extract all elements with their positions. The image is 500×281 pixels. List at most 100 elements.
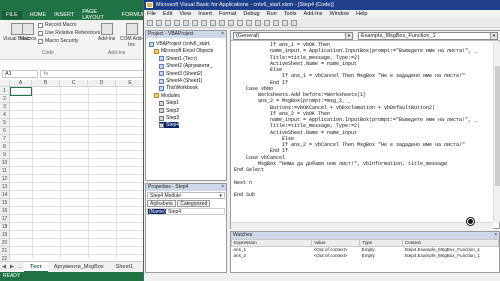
close-icon[interactable]: × bbox=[221, 31, 224, 38]
menu-tools[interactable]: Tools bbox=[284, 10, 297, 19]
add-ins-button[interactable]: Add-Ins bbox=[98, 23, 115, 42]
copy-icon[interactable] bbox=[183, 20, 189, 26]
name-box[interactable]: A1 bbox=[2, 70, 38, 78]
row-header[interactable]: 5 bbox=[0, 119, 10, 127]
row-header[interactable]: 11 bbox=[0, 167, 10, 175]
worksheet-grid[interactable]: A B C D E 1 2 3 4 5 6 7 8 9 10 11 12 13 14 15 16 17 18 19 2… bbox=[0, 80, 145, 263]
tab-categorized[interactable]: Categorized bbox=[177, 200, 211, 207]
object-browser-icon[interactable] bbox=[282, 20, 288, 26]
column-header[interactable]: C bbox=[60, 80, 88, 87]
menu-add-ins[interactable]: Add-Ins bbox=[304, 10, 323, 19]
row-header[interactable]: 10 bbox=[0, 159, 10, 167]
formula-bar[interactable]: fx bbox=[40, 70, 145, 78]
undo-icon[interactable] bbox=[210, 20, 216, 26]
properties-icon[interactable] bbox=[273, 20, 279, 26]
row-header[interactable]: 8 bbox=[0, 143, 10, 151]
row-header[interactable]: 20 bbox=[0, 239, 10, 247]
select-all-corner[interactable] bbox=[0, 80, 10, 87]
menu-help[interactable]: Help bbox=[356, 10, 367, 19]
tab-insert[interactable]: INSERT bbox=[54, 12, 74, 18]
watch-row[interactable]: ans_2 <Out of context> Empty Step4.Example_… bbox=[232, 253, 499, 259]
sheet-prev-icon[interactable]: ◀ bbox=[0, 264, 8, 270]
watches-header-value[interactable]: Value bbox=[311, 239, 361, 247]
tree-item[interactable]: Step4 bbox=[159, 122, 180, 129]
com-add-ins-button[interactable]: COM Add-Ins bbox=[118, 23, 145, 48]
row-header[interactable]: 13 bbox=[0, 183, 10, 191]
code-editor[interactable]: If ans_1 = vbOK Then name_input = Applic… bbox=[231, 42, 493, 229]
reset-icon[interactable] bbox=[246, 20, 252, 26]
row-header[interactable]: 14 bbox=[0, 191, 10, 199]
watches-header-type[interactable]: Type bbox=[359, 239, 403, 247]
column-header[interactable]: E bbox=[116, 80, 145, 87]
tree-item[interactable]: Sheet1 (Тест) bbox=[159, 56, 197, 62]
row-header[interactable]: 18 bbox=[0, 223, 10, 231]
row-header[interactable]: 1 bbox=[0, 87, 10, 95]
tab-home[interactable]: HOME bbox=[30, 12, 47, 18]
menu-run[interactable]: Run bbox=[267, 10, 277, 19]
cut-icon[interactable] bbox=[174, 20, 180, 26]
code-line[interactable]: name_input = Application.InputBox(prompt… bbox=[234, 48, 493, 54]
find-icon[interactable] bbox=[201, 20, 207, 26]
column-header[interactable]: D bbox=[88, 80, 116, 87]
property-value[interactable]: Step4 bbox=[166, 209, 181, 215]
close-icon[interactable]: × bbox=[221, 184, 224, 191]
scrollbar-thumb[interactable] bbox=[495, 66, 500, 186]
insert-module-icon[interactable] bbox=[156, 20, 162, 26]
tree-item[interactable]: Step1 bbox=[159, 100, 179, 106]
menu-edit[interactable]: Edit bbox=[163, 10, 172, 19]
relative-references-button[interactable]: Use Relative References bbox=[38, 30, 100, 36]
menu-window[interactable]: Window bbox=[330, 10, 350, 19]
row-header[interactable]: 21 bbox=[0, 247, 10, 255]
code-horizontal-scrollbar[interactable] bbox=[231, 222, 493, 229]
code-line[interactable]: If ans_1 = vbCancel Then MsgBox "Не е за… bbox=[234, 73, 493, 79]
tree-item[interactable]: VBAProject (cntv6_start. bbox=[149, 41, 210, 47]
menu-insert[interactable]: Insert bbox=[198, 10, 212, 19]
tree-item[interactable]: Sheet3 (Sheet2) bbox=[159, 71, 202, 77]
menu-view[interactable]: View bbox=[179, 10, 191, 19]
tree-item[interactable]: ThisWorkbook bbox=[159, 85, 198, 91]
watches-header-context[interactable]: Context bbox=[401, 239, 500, 247]
row-header[interactable]: 6 bbox=[0, 127, 10, 135]
break-icon[interactable] bbox=[237, 20, 243, 26]
property-row-name[interactable]: (Name) Step4 bbox=[147, 208, 225, 215]
row-header[interactable]: 2 bbox=[0, 95, 10, 103]
sheet-more-icon[interactable]: … bbox=[16, 264, 24, 270]
column-header[interactable]: B bbox=[32, 80, 60, 87]
row-header[interactable]: 4 bbox=[0, 111, 10, 119]
sheet-tab-sheet1[interactable]: Sheet1 bbox=[110, 262, 139, 272]
procedure-combo[interactable]: Example_MsgBox_Function_1 ▼ bbox=[358, 32, 498, 40]
properties-object-combo[interactable]: Step4 Module ▾ bbox=[147, 192, 225, 199]
sheet-tab-test[interactable]: Тест bbox=[24, 262, 48, 272]
run-icon[interactable] bbox=[228, 20, 234, 26]
row-header[interactable]: 15 bbox=[0, 199, 10, 207]
code-vertical-scrollbar[interactable] bbox=[493, 42, 500, 222]
row-header[interactable]: 9 bbox=[0, 151, 10, 159]
paste-icon[interactable] bbox=[192, 20, 198, 26]
column-header[interactable]: A bbox=[10, 80, 32, 87]
row-header[interactable]: 16 bbox=[0, 207, 10, 215]
tree-item[interactable]: Sheet2 (Аргументи_ bbox=[159, 63, 212, 69]
toolbox-icon[interactable] bbox=[291, 20, 297, 26]
row-header[interactable]: 19 bbox=[0, 231, 10, 239]
close-icon[interactable]: × bbox=[494, 232, 497, 239]
menu-format[interactable]: Format bbox=[219, 10, 236, 19]
tree-item[interactable]: Step2 bbox=[159, 108, 179, 114]
macros-button[interactable]: Macros bbox=[20, 23, 36, 42]
row-header[interactable]: 3 bbox=[0, 103, 10, 111]
sheet-tab-msgbox-args[interactable]: Аргументи_MsgBox bbox=[48, 262, 110, 272]
code-line[interactable]: End Sub bbox=[234, 192, 493, 198]
watches-header-expression[interactable]: Expression bbox=[230, 239, 313, 247]
record-macro-button[interactable]: Record Macro bbox=[38, 22, 76, 28]
tree-item[interactable]: Modules bbox=[154, 93, 180, 99]
tab-file[interactable]: FILE bbox=[2, 11, 22, 19]
save-icon[interactable] bbox=[165, 20, 171, 26]
redo-icon[interactable] bbox=[219, 20, 225, 26]
sheet-next-icon[interactable]: ▶ bbox=[8, 264, 16, 270]
row-header[interactable]: 12 bbox=[0, 175, 10, 183]
excel-view-icon[interactable] bbox=[147, 20, 153, 26]
object-combo[interactable]: (General) ▼ bbox=[233, 32, 353, 40]
tab-alphabetic[interactable]: Alphabetic bbox=[147, 200, 177, 207]
tree-item[interactable]: Sheet4 (Sheet1) bbox=[159, 78, 202, 84]
design-mode-icon[interactable] bbox=[255, 20, 261, 26]
project-explorer-icon[interactable] bbox=[264, 20, 270, 26]
